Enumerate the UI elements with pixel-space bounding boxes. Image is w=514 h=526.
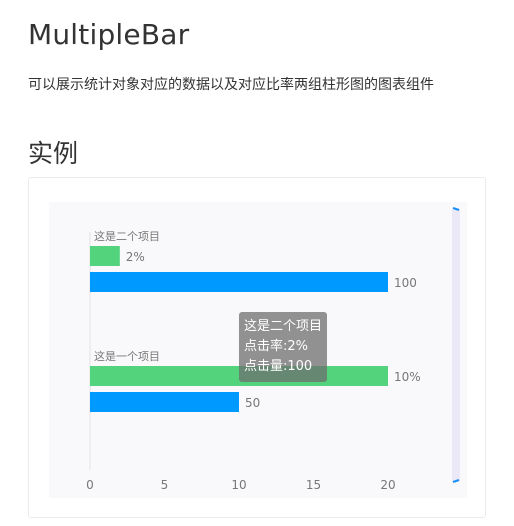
chart-tooltip: 这是二个项目 点击率:2% 点击量:100 xyxy=(239,312,328,382)
bar-value-label: 50 xyxy=(245,396,260,410)
x-tick-label: 15 xyxy=(306,478,321,492)
x-tick-label: 20 xyxy=(380,478,395,492)
demo-card: 这是二个项目 2% 100 这是一个项目 10% 50 0 5 10 15 20 这是二个项目 点击… xyxy=(28,177,486,518)
tooltip-count: 点击量:100 xyxy=(244,359,313,374)
section-title: 实例 xyxy=(28,139,79,168)
scroll-track xyxy=(452,208,460,482)
page-description: 可以展示统计对象对应的数据以及对应比率两组柱形图的图表组件 xyxy=(28,77,434,93)
bar-value-label: 10% xyxy=(394,370,421,384)
multiple-bar-chart[interactable]: 这是二个项目 2% 100 这是一个项目 10% 50 0 5 10 15 20 这是二个项目 点击… xyxy=(49,202,467,498)
bar-value-label: 2% xyxy=(126,250,145,264)
bar xyxy=(90,246,120,266)
x-tick-label: 10 xyxy=(231,478,246,492)
tooltip-rate: 点击率:2% xyxy=(244,339,309,354)
x-tick-label: 0 xyxy=(86,478,94,492)
bar xyxy=(90,392,239,412)
bar xyxy=(90,272,388,292)
category-label: 这是一个项目 xyxy=(94,349,160,363)
category-label: 这是二个项目 xyxy=(94,229,160,243)
tooltip-item-name: 这是二个项目 xyxy=(244,319,323,334)
page-title: MultipleBar xyxy=(28,18,190,51)
bar-value-label: 100 xyxy=(394,276,417,290)
x-tick-label: 5 xyxy=(161,478,169,492)
